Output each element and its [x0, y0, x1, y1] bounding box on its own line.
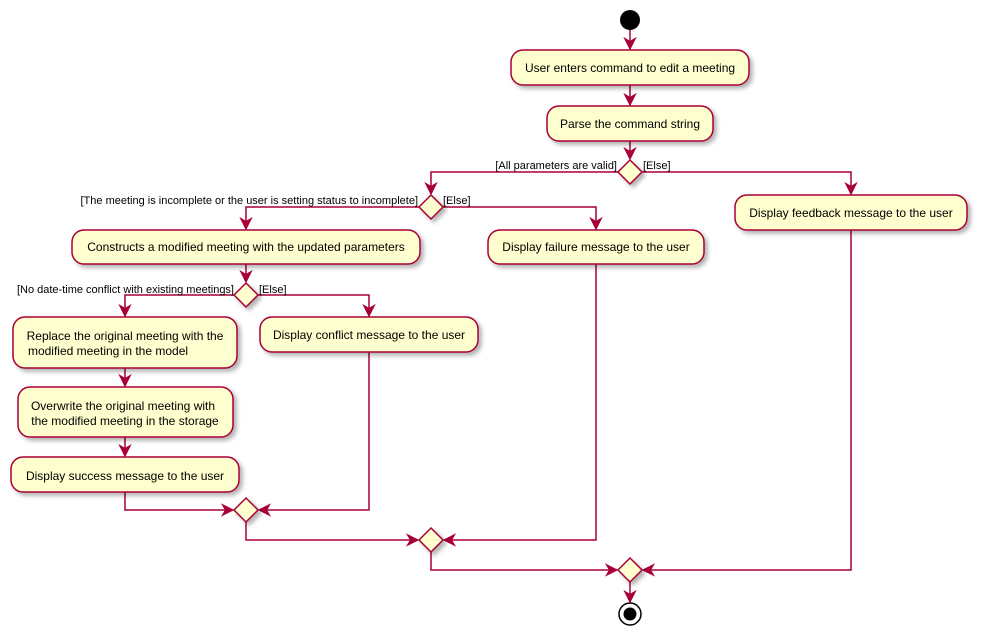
activity-label: Display success message to the user: [26, 469, 224, 483]
activity-construct: Constructs a modified meeting with the u…: [71, 229, 421, 265]
activity-replace: Replace the original meeting with the mo…: [12, 316, 238, 369]
guard-label: [All parameters are valid]: [495, 160, 617, 172]
activity-overwrite: Overwrite the original meeting with the …: [17, 386, 234, 438]
activity-label: the modified meeting in the storage: [31, 414, 219, 428]
activity-conflict: Display conflict message to the user: [259, 316, 479, 353]
activity-label: Overwrite the original meeting with: [31, 399, 215, 413]
guard-label: [No date-time conflict with existing mee…: [17, 284, 234, 296]
decision-conflict: [232, 281, 260, 309]
activity-label: Replace the original meeting with the: [27, 329, 224, 343]
edges: [118, 30, 858, 604]
guard-label: [The meeting is incomplete or the user i…: [81, 195, 419, 207]
activity-label: User enters command to edit a meeting: [525, 61, 735, 75]
activity-failure: Display failure message to the user: [487, 229, 705, 265]
guard-label: [Else]: [643, 160, 671, 172]
merge-valid: [616, 556, 644, 584]
activity-enter-command: User enters command to edit a meeting: [510, 49, 750, 86]
decision-valid: [616, 158, 644, 186]
merge-conflict: [232, 496, 260, 524]
activity-success: Display success message to the user: [10, 456, 240, 493]
activity-parse: Parse the command string: [546, 105, 714, 142]
guard-label: [Else]: [443, 195, 471, 207]
activity-label: Display failure message to the user: [502, 240, 689, 254]
activity-label: Parse the command string: [560, 117, 700, 131]
guard-label: [Else]: [259, 284, 287, 296]
activity-label: Display conflict message to the user: [273, 328, 465, 342]
activity-label: Display feedback message to the user: [749, 206, 952, 220]
activity-label: Constructs a modified meeting with the u…: [87, 240, 405, 254]
merge-incomplete: [417, 526, 445, 554]
activity-diagram: User enters command to edit a meeting Pa…: [10, 10, 968, 626]
end-node: [618, 602, 642, 626]
activity-label: modified meeting in the model: [28, 344, 188, 358]
activity-feedback: Display feedback message to the user: [734, 194, 968, 231]
decision-incomplete: [417, 193, 445, 221]
start-node: [620, 10, 640, 30]
